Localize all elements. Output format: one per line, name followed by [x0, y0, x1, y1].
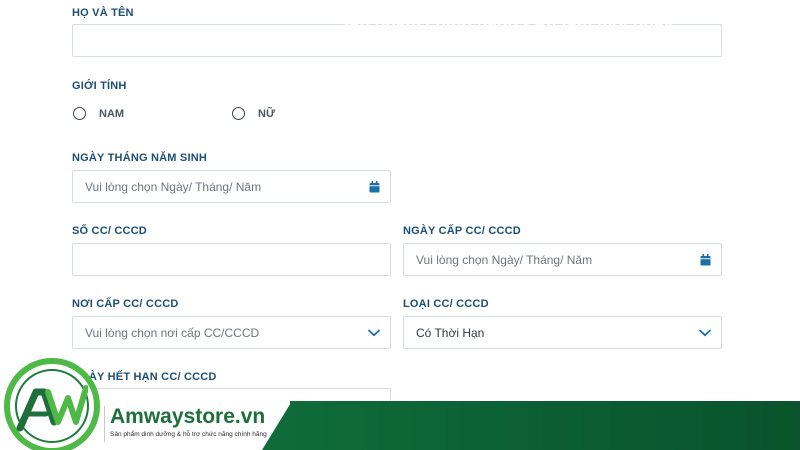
- issue-date-placeholder: Vui lòng chọn Ngày/ Tháng/ Năm: [416, 252, 593, 267]
- brand-tagline: Sản phẩm dinh dưỡng & hỗ trợ chức năng c…: [110, 431, 267, 438]
- brand-banner-slant: [262, 401, 292, 450]
- issue-date-picker[interactable]: Vui lòng chọn Ngày/ Tháng/ Năm: [403, 243, 722, 276]
- brand-slogan: Sản phẩm chính hãng - An tâm mỗi ngày: [338, 14, 674, 33]
- id-number-input[interactable]: [72, 243, 391, 276]
- issue-place-placeholder: Vui lòng chọn nơi cấp CC/CCCD: [85, 325, 260, 340]
- dob-label: NGÀY THÁNG NĂM SINH: [72, 152, 207, 164]
- id-type-select[interactable]: Có Thời Hạn: [403, 316, 722, 349]
- chevron-down-icon[interactable]: [368, 329, 380, 337]
- id-type-label: LOẠI CC/ CCCD: [403, 298, 489, 310]
- dob-date-picker[interactable]: Vui lòng chọn Ngày/ Tháng/ Năm: [72, 170, 391, 203]
- gender-option-male-label: NAM: [99, 107, 125, 120]
- gender-option-female[interactable]: NỮ: [232, 107, 275, 120]
- brand-banner-right: [290, 401, 800, 450]
- radio-female[interactable]: [232, 107, 245, 120]
- brand-divider: [104, 406, 105, 442]
- full-name-label: HỌ VÀ TÊN: [72, 7, 134, 19]
- radio-male[interactable]: [73, 107, 86, 120]
- amwaystore-logo-icon: [16, 378, 89, 439]
- chevron-down-icon[interactable]: [699, 329, 711, 337]
- dob-placeholder: Vui lòng chọn Ngày/ Tháng/ Năm: [85, 179, 262, 194]
- id-number-label: SỐ CC/ CCCD: [72, 225, 147, 237]
- gender-label: GIỚI TÍNH: [72, 80, 127, 92]
- calendar-icon[interactable]: [700, 253, 711, 266]
- issue-date-label: NGÀY CẤP CC/ CCCD: [403, 225, 521, 237]
- issue-place-label: NƠI CẤP CC/ CCCD: [72, 298, 179, 310]
- gender-option-male[interactable]: NAM: [73, 107, 124, 120]
- brand-name: Amwaystore.vn: [110, 405, 266, 428]
- calendar-icon[interactable]: [369, 180, 380, 193]
- gender-option-female-label: NỮ: [258, 107, 276, 120]
- id-type-value: Có Thời Hạn: [416, 325, 485, 340]
- issue-place-select[interactable]: Vui lòng chọn nơi cấp CC/CCCD: [72, 316, 391, 349]
